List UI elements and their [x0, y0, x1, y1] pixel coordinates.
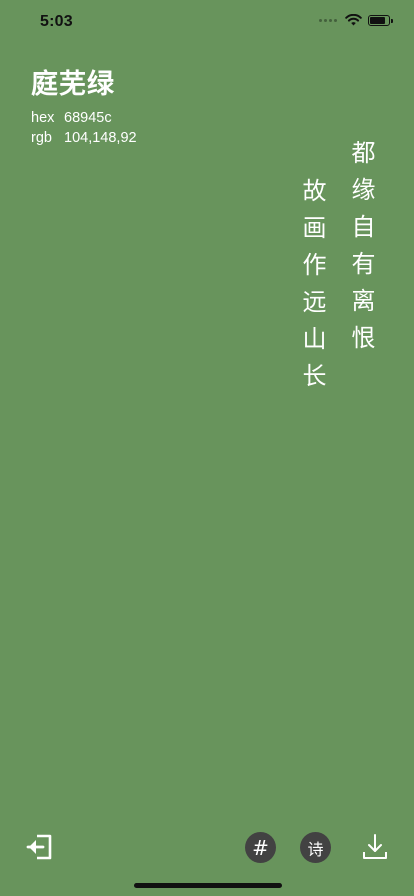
color-name: 庭芜绿 [31, 69, 115, 100]
color-detail-screen: 5:03 庭芜绿 hex 68945c rgb 104,148,92 都缘自有离… [0, 0, 414, 896]
poem-line-1: 都缘自有离恨 [347, 140, 375, 362]
color-codes: hex 68945c rgb 104,148,92 [31, 108, 137, 148]
home-indicator[interactable] [134, 883, 282, 888]
hex-value[interactable]: 68945c [64, 108, 112, 128]
wifi-icon [345, 14, 362, 26]
battery-icon [368, 14, 393, 26]
poem-button[interactable]: 诗 [300, 832, 331, 863]
exit-button[interactable] [22, 830, 56, 864]
download-button[interactable] [359, 830, 391, 864]
download-icon [363, 834, 387, 859]
hash-button[interactable]: # [245, 832, 276, 863]
rgb-label: rgb [31, 130, 52, 146]
rgb-value[interactable]: 104,148,92 [64, 128, 137, 148]
hex-row: hex 68945c [31, 108, 137, 128]
poem-line-2: 故画作远山长 [298, 178, 326, 400]
hex-label: hex [31, 110, 55, 126]
exit-icon [26, 834, 52, 860]
status-indicators [319, 14, 393, 26]
status-time: 5:03 [40, 13, 73, 30]
poem: 都缘自有离恨 故画作远山长 [298, 140, 375, 400]
cellular-signal-icon [319, 18, 337, 22]
rgb-row: rgb 104,148,92 [31, 128, 137, 148]
